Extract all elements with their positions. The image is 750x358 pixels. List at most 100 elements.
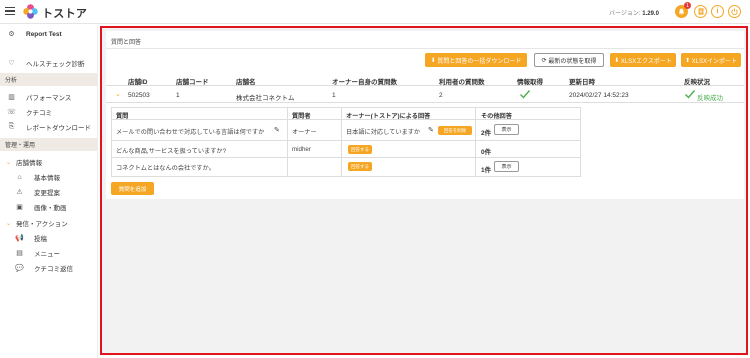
updated-at: 2024/02/27 14:52:23 bbox=[569, 92, 629, 99]
user-question-count: 2 bbox=[439, 92, 443, 99]
chart-icon: ▥ bbox=[8, 94, 15, 101]
store-name: 株式会社コネクトム bbox=[236, 95, 295, 102]
version-label: バージョン: 1.29.0 bbox=[609, 8, 659, 17]
button-label: 質問と回答の一括ダウンロード bbox=[437, 58, 522, 65]
sidebar-item-label: ヘルスチェック診断 bbox=[26, 61, 85, 68]
xlsx-export-button[interactable]: ⬇ XLSXエクスポート bbox=[610, 53, 676, 67]
sidebar-item-label: 画像・動画 bbox=[34, 205, 67, 212]
reply-icon: 💬 bbox=[15, 265, 24, 272]
sidebar-item-label: 基本情報 bbox=[34, 175, 60, 182]
sidebar-item-label: クチコミ bbox=[26, 110, 52, 117]
button-label: 最新の状態を取得 bbox=[548, 58, 597, 65]
tostore-logo bbox=[23, 4, 38, 19]
status-text: 反映成功 bbox=[697, 95, 723, 102]
hamburger-menu-icon[interactable] bbox=[5, 7, 15, 16]
other-answer-count: 1件 bbox=[481, 167, 492, 174]
column-header: 店舗ID bbox=[128, 79, 148, 86]
megaphone-icon: 📢 bbox=[15, 235, 24, 242]
sidebar: ⚙ Report Test ♡ ヘルスチェック診断 分析 ▥ パフォーマンス ☏… bbox=[0, 25, 98, 358]
breadcrumb: 質問と回答 bbox=[111, 40, 142, 46]
question-text: どんな商品,サービスを扱っていますか? bbox=[116, 148, 227, 155]
answer-button[interactable]: 回答する bbox=[348, 145, 372, 154]
warning-icon: ⚠ bbox=[16, 189, 23, 196]
sidebar-section-management: 管理・運用 bbox=[0, 138, 98, 151]
chevron-down-icon[interactable]: ⌄ bbox=[115, 90, 121, 98]
sidebar-item-label: パフォーマンス bbox=[26, 95, 72, 102]
pencil-icon[interactable]: ✎ bbox=[428, 126, 434, 134]
table-row: どんな商品,サービスを扱っていますか? midher 回答する 0件 bbox=[111, 140, 581, 158]
answer-button[interactable]: 回答する bbox=[348, 162, 372, 171]
sidebar-item-performance[interactable]: ▥ パフォーマンス bbox=[0, 90, 98, 104]
sidebar-item-label: メニュー bbox=[34, 251, 60, 258]
qa-panel: 質問と回答 ⬇ 質問と回答の一括ダウンロード ⟳ 最新の状態を取得 ⬇ XLSX… bbox=[106, 31, 744, 199]
check-icon bbox=[685, 90, 696, 99]
xlsx-import-button[interactable]: ⬆ XLSXインポート bbox=[681, 53, 741, 67]
sidebar-section-analysis: 分析 bbox=[0, 73, 98, 86]
sidebar-group-store-info[interactable]: ⌄ 店舗情報 bbox=[0, 156, 98, 168]
sidebar-account[interactable]: ⚙ Report Test bbox=[0, 27, 98, 41]
sidebar-item-reviews[interactable]: ☏ クチコミ bbox=[0, 105, 98, 119]
pencil-icon[interactable]: ✎ bbox=[274, 126, 280, 134]
sidebar-item-label: クチコミ返信 bbox=[34, 266, 73, 273]
question-text: メールでの問い合わせで対応している言語は何ですか bbox=[116, 129, 265, 136]
button-label: XLSXエクスポート bbox=[620, 58, 672, 65]
sidebar-group-send-action[interactable]: ⌄ 発信・アクション bbox=[0, 217, 98, 229]
account-name: Report Test bbox=[26, 30, 62, 38]
sidebar-group-label: 発信・アクション bbox=[16, 221, 68, 228]
sidebar-item-label: レポートダウンロード bbox=[26, 125, 91, 132]
column-header: 店舗名 bbox=[236, 79, 256, 86]
power-icon[interactable] bbox=[728, 5, 741, 18]
chevron-down-icon: ⌄ bbox=[6, 159, 12, 166]
other-answer-count: 2件 bbox=[481, 130, 492, 137]
owner-question-count: 1 bbox=[332, 92, 336, 99]
table-header: 店舗ID 店舗コード 店舗名 オーナー自身の質問数 利用者の質問数 情報取得 更… bbox=[106, 73, 744, 86]
bulk-download-button[interactable]: ⬇ 質問と回答の一括ダウンロード bbox=[425, 53, 527, 67]
table-row: コネクトムとはなんの会社ですか。 回答する 1件 表示 bbox=[111, 157, 581, 177]
version-prefix: バージョン: bbox=[609, 11, 641, 17]
table-row[interactable]: ⌄ 502503 1 株式会社コネクトム 1 2 2024/02/27 14:5… bbox=[106, 87, 744, 103]
cell bbox=[288, 158, 342, 176]
sidebar-item-report-download[interactable]: ⎘ レポートダウンロード bbox=[0, 120, 98, 134]
chat-icon: ☏ bbox=[7, 109, 16, 116]
table-row: メールでの問い合わせで対応している言語は何ですか ✎ オーナー 日本語に対応して… bbox=[111, 119, 581, 141]
column-header: 店舗コード bbox=[176, 79, 209, 86]
add-question-button[interactable]: 質問を追加 bbox=[111, 182, 154, 195]
column-header: 情報取得 bbox=[517, 79, 543, 86]
notification-badge: 1 bbox=[684, 2, 691, 9]
divider bbox=[106, 48, 744, 49]
asker: midher bbox=[292, 146, 311, 153]
button-label: XLSXインポート bbox=[691, 58, 738, 65]
document-icon[interactable] bbox=[694, 5, 707, 18]
refresh-button[interactable]: ⟳ 最新の状態を取得 bbox=[534, 53, 604, 67]
sidebar-group-label: 店舗情報 bbox=[16, 160, 43, 167]
sidebar-item-health-check[interactable]: ♡ ヘルスチェック診断 bbox=[0, 56, 98, 70]
show-button[interactable]: 表示 bbox=[494, 124, 519, 135]
store-code: 1 bbox=[176, 92, 180, 99]
version-number: 1.29.0 bbox=[642, 11, 659, 17]
column-header: 反映状況 bbox=[684, 79, 710, 86]
check-icon bbox=[520, 90, 531, 99]
question-text: コネクトムとはなんの会社ですか。 bbox=[116, 165, 215, 172]
gear-icon: ⚙ bbox=[8, 31, 15, 38]
chevron-down-icon: ⌄ bbox=[6, 220, 12, 227]
top-bar: トストア バージョン: 1.29.0 1 i bbox=[0, 0, 750, 24]
other-answer-count: 0件 bbox=[481, 149, 492, 156]
column-header: 更新日時 bbox=[569, 79, 595, 86]
show-button[interactable]: 表示 bbox=[494, 161, 519, 172]
delete-answer-button[interactable]: 回答を削除 bbox=[438, 126, 472, 135]
download-icon: ⎘ bbox=[8, 123, 15, 130]
image-icon: ▣ bbox=[16, 204, 23, 211]
store-id: 502503 bbox=[128, 92, 150, 99]
sidebar-item-label: 投稿 bbox=[34, 236, 47, 243]
sidebar-item-label: 変更提案 bbox=[34, 190, 60, 197]
asker: オーナー bbox=[292, 129, 317, 136]
info-icon[interactable]: i bbox=[711, 5, 724, 18]
cell bbox=[112, 108, 288, 119]
column-header: 利用者の質問数 bbox=[439, 79, 485, 86]
main-frame: 質問と回答 ⬇ 質問と回答の一括ダウンロード ⟳ 最新の状態を取得 ⬇ XLSX… bbox=[100, 26, 748, 355]
brand-name: トストア bbox=[42, 8, 88, 20]
menu-icon: ▤ bbox=[16, 250, 23, 257]
store-icon: ⌂ bbox=[17, 173, 22, 181]
heart-icon: ♡ bbox=[8, 60, 15, 67]
answer-text: 日本語に対応していますか bbox=[346, 129, 421, 136]
